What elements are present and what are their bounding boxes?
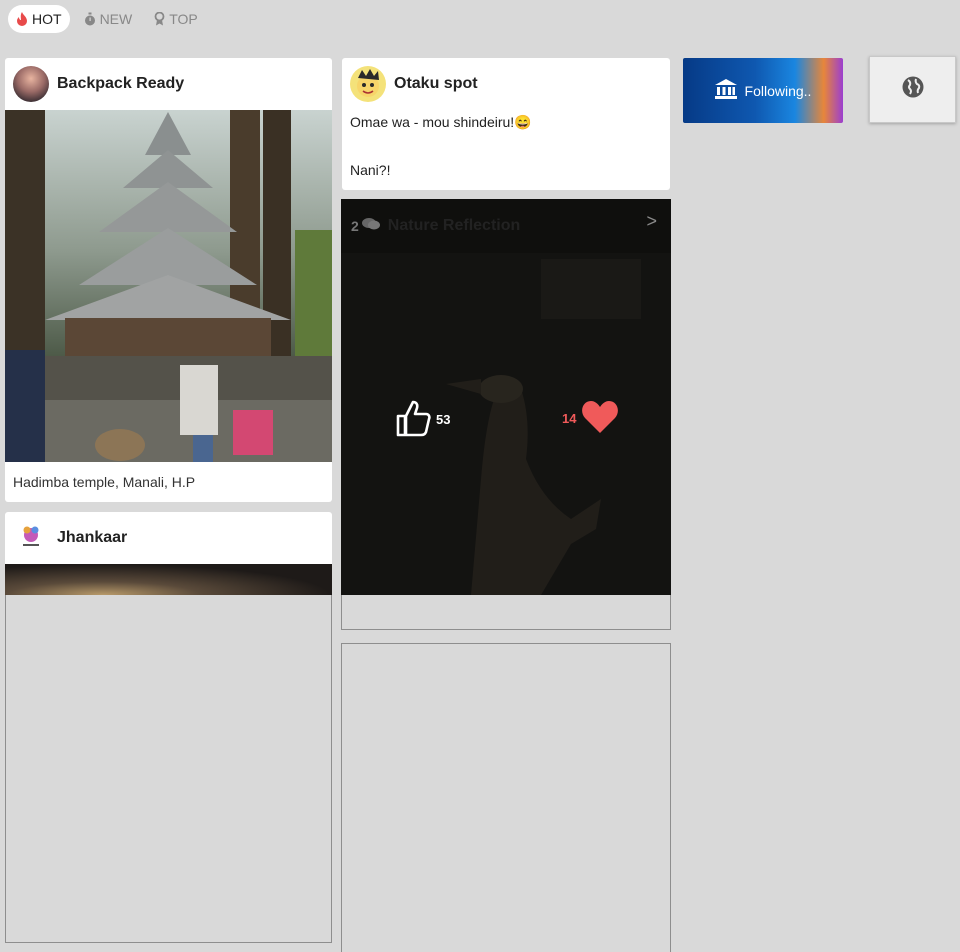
post-text: Omae wa - mou shindeiru!😄 Nani?! [342, 110, 670, 182]
avatar[interactable] [13, 520, 49, 556]
following-button[interactable]: Following.. [683, 58, 843, 123]
post-author[interactable]: Backpack Ready [57, 75, 184, 93]
like-button[interactable]: 53 [395, 399, 450, 440]
anime-avatar-icon [357, 69, 379, 97]
feed-tabs: HOT NEW TOP [8, 5, 206, 33]
heart-button[interactable]: 14 [562, 400, 619, 437]
post-caption: Hadimba temple, Manali, H.P [13, 474, 196, 490]
explore-globe-button[interactable] [869, 56, 956, 123]
tab-hot[interactable]: HOT [8, 5, 70, 33]
post-header: 2 Nature Reflection > [341, 199, 671, 253]
flame-icon [16, 12, 28, 26]
stopwatch-icon [84, 12, 96, 26]
post-text-line: Nani?! [350, 162, 391, 178]
post-placeholder-col2-b [341, 643, 671, 952]
like-count: 53 [436, 412, 451, 427]
globe-icon [902, 76, 924, 103]
comments-icon[interactable] [361, 217, 380, 236]
award-icon [154, 12, 165, 26]
post-image[interactable] [5, 564, 332, 595]
post-text-line: Omae wa - mou shindeiru!😄 [350, 114, 532, 130]
avatar[interactable] [350, 66, 386, 102]
post-header: Otaku spot [342, 58, 670, 110]
heart-icon [581, 400, 619, 437]
thumbs-up-icon [395, 399, 431, 440]
post-header: Backpack Ready [5, 58, 332, 110]
tab-top-label: TOP [169, 11, 198, 27]
comment-count: 2 [351, 218, 359, 234]
post-author[interactable]: Nature Reflection [388, 217, 520, 235]
tab-new-label: NEW [99, 11, 133, 27]
post-placeholder-col2-a [341, 590, 671, 630]
temple-photo [5, 110, 332, 462]
post-author[interactable]: Otaku spot [394, 75, 478, 93]
post-placeholder-col1 [5, 560, 332, 943]
tab-hot-label: HOT [32, 11, 62, 27]
following-label: Following.. [744, 82, 812, 99]
post-header: Jhankaar [5, 512, 332, 564]
post-card-otaku[interactable]: Otaku spot Omae wa - mou shindeiru!😄 Nan… [342, 58, 670, 190]
post-author[interactable]: Jhankaar [57, 529, 127, 547]
image-dim-overlay [341, 199, 671, 595]
tab-top[interactable]: TOP [146, 5, 206, 33]
post-image[interactable] [5, 110, 332, 462]
tab-new[interactable]: NEW [76, 5, 141, 33]
post-card-backpack[interactable]: Backpack Ready Hadimba temple, Manali, H… [5, 58, 332, 502]
post-card-jhankaar[interactable]: Jhankaar [5, 512, 332, 595]
jhankaar-logo-icon [23, 526, 39, 546]
avatar[interactable] [13, 66, 49, 102]
next-arrow[interactable]: > [646, 211, 657, 232]
post-card-nature[interactable]: 2 Nature Reflection > 53 14 [341, 199, 671, 595]
institution-icon [714, 79, 737, 102]
heart-count: 14 [562, 411, 577, 426]
